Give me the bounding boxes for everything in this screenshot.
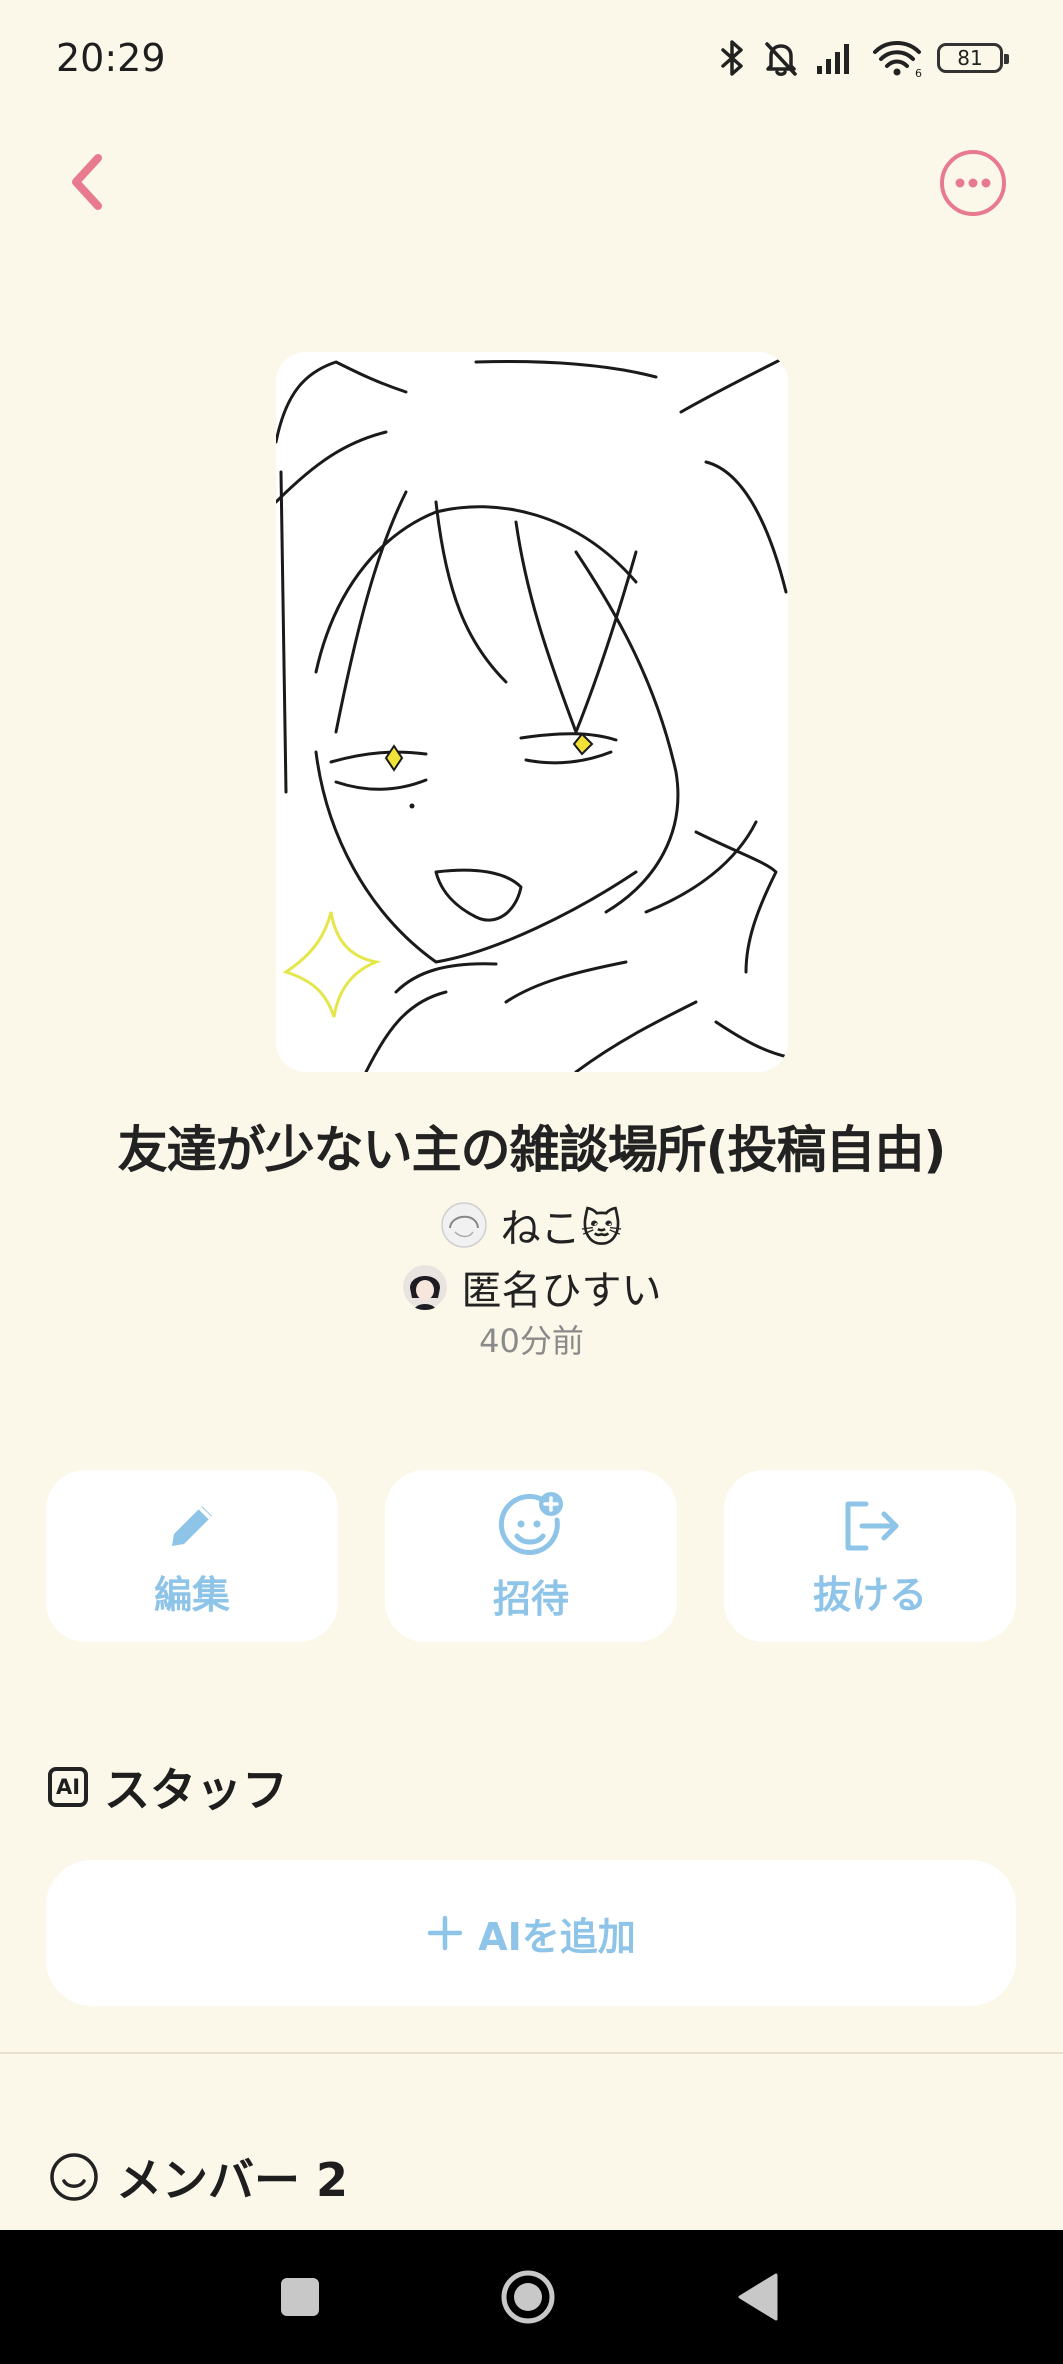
owner-avatar bbox=[440, 1202, 487, 1248]
add-ai-button[interactable]: AIを追加 bbox=[46, 1860, 1016, 2006]
leave-button[interactable]: 抜ける bbox=[724, 1470, 1016, 1642]
wifi-icon: 6 bbox=[873, 41, 922, 78]
edit-label: 編集 bbox=[153, 1572, 230, 1617]
member-row[interactable]: 匿名ひすい bbox=[0, 1258, 1063, 1316]
more-options-button[interactable] bbox=[938, 148, 1008, 218]
plus-icon bbox=[427, 1915, 463, 1951]
status-icons: 6 81 bbox=[717, 38, 1009, 78]
add-ai-label: AIを追加 bbox=[478, 1914, 636, 1959]
signal-icon bbox=[817, 44, 849, 74]
pencil-icon bbox=[172, 1505, 212, 1546]
smile-icon bbox=[50, 2153, 98, 2201]
triangle-back-icon bbox=[738, 2273, 778, 2321]
staff-section-title: AI スタッフ bbox=[48, 1754, 288, 1820]
members-title: メンバー 2 bbox=[116, 2153, 349, 2207]
invite-label: 招待 bbox=[492, 1576, 569, 1621]
recent-apps-button[interactable] bbox=[260, 2230, 340, 2364]
owner-name: ねこ🐱 bbox=[500, 1206, 623, 1252]
member-name: 匿名ひすい bbox=[461, 1268, 662, 1314]
square-icon bbox=[281, 2278, 319, 2316]
last-updated-time: 40分前 bbox=[479, 1322, 584, 1360]
invite-button[interactable]: 招待 bbox=[385, 1470, 677, 1642]
leave-icon bbox=[845, 1501, 899, 1550]
edit-button[interactable]: 編集 bbox=[46, 1470, 338, 1642]
room-cover-image bbox=[276, 352, 788, 1072]
bluetooth-icon bbox=[721, 40, 743, 76]
invite-face-icon bbox=[498, 1491, 563, 1555]
bell-muted-icon bbox=[765, 42, 797, 76]
members-section-title: メンバー 2 bbox=[48, 2144, 348, 2210]
svg-text:6: 6 bbox=[915, 67, 922, 78]
chevron-left-icon bbox=[72, 154, 102, 210]
section-divider bbox=[0, 2052, 1063, 2054]
leave-label: 抜ける bbox=[812, 1572, 927, 1617]
room-title: 友達が少ない主の雑談場所(投稿自由) bbox=[117, 1121, 947, 1179]
owner-row[interactable]: ねこ🐱 bbox=[0, 1196, 1063, 1254]
status-bar: 20:29 6 81 bbox=[0, 0, 1063, 124]
battery-indicator: 81 bbox=[937, 43, 1009, 73]
status-time: 20:29 bbox=[56, 36, 166, 80]
home-button[interactable] bbox=[488, 2230, 568, 2364]
more-options-icon bbox=[940, 150, 1006, 216]
system-back-button[interactable] bbox=[718, 2230, 798, 2364]
back-button[interactable] bbox=[62, 150, 122, 214]
staff-title: スタッフ bbox=[104, 1763, 288, 1817]
member-avatar bbox=[402, 1264, 448, 1310]
home-circle-icon bbox=[501, 2270, 555, 2324]
ai-icon: AI bbox=[48, 1767, 88, 1807]
system-navigation-bar bbox=[0, 2230, 1063, 2364]
